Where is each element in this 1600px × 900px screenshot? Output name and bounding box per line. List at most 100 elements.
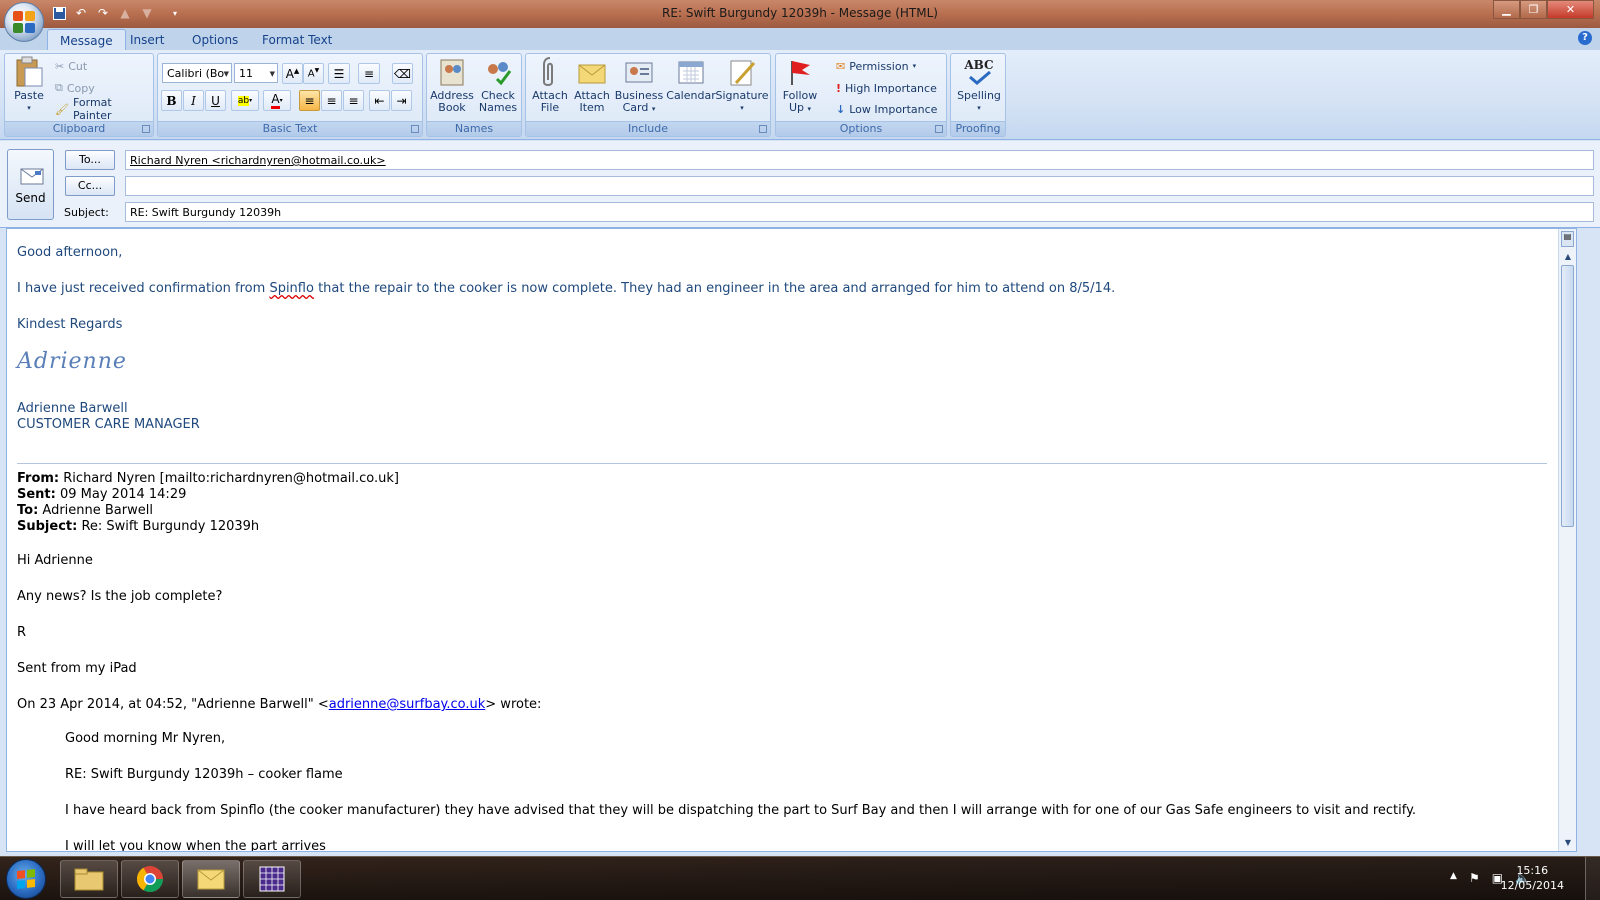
- basic-text-launcher-icon[interactable]: [411, 125, 419, 133]
- ribbon: Paste ▾ ✂ Cut ⧉ Copy 🖌 Format Painter Cl…: [0, 50, 1600, 140]
- cc-field[interactable]: [125, 176, 1594, 196]
- clear-formatting-button[interactable]: ⌫: [392, 63, 413, 84]
- taskbar-app[interactable]: [243, 860, 301, 898]
- tab-message[interactable]: Message: [47, 29, 126, 50]
- to-field[interactable]: Richard Nyren <richardnyren@hotmail.co.u…: [125, 150, 1594, 170]
- font-color-button[interactable]: A ▾: [263, 90, 291, 111]
- start-button[interactable]: [6, 859, 46, 899]
- paste-button[interactable]: Paste ▾: [9, 56, 49, 114]
- taskbar-explorer[interactable]: [60, 860, 118, 898]
- shrink-font-button[interactable]: A▼: [303, 63, 324, 84]
- options-group: Follow Up ▾ ✉ Permission ▾ ! High Import…: [775, 53, 947, 137]
- maximize-button[interactable]: ❐: [1520, 0, 1547, 19]
- spelling-button[interactable]: ABC Spelling ▾: [955, 56, 1003, 114]
- check-names-label-2: Names: [478, 101, 518, 114]
- tab-insert[interactable]: Insert: [118, 29, 176, 50]
- quoted-from: From: Richard Nyren [mailto:richardnyren…: [17, 471, 400, 486]
- cc-button[interactable]: Cc...: [65, 176, 115, 196]
- highlighter-icon: ab: [237, 95, 250, 106]
- clock-time: 15:16: [1516, 864, 1549, 877]
- quoted-question: Any news? Is the job complete?: [17, 589, 223, 604]
- to-recipient[interactable]: Richard Nyren <richardnyren@hotmail.co.u…: [130, 154, 386, 167]
- show-hidden-icons-icon[interactable]: ▲: [1450, 871, 1457, 885]
- send-button[interactable]: Send: [7, 149, 54, 220]
- address-book-label-2: Book: [438, 101, 466, 114]
- scroll-thumb[interactable]: [1561, 265, 1574, 527]
- align-left-button[interactable]: ≡: [299, 90, 320, 111]
- italic-button[interactable]: I: [183, 90, 204, 111]
- message-body[interactable]: Good afternoon, I have just received con…: [6, 228, 1577, 852]
- numbering-button[interactable]: ≡: [358, 63, 380, 84]
- attach-item-button[interactable]: Attach Item: [572, 56, 612, 114]
- to-button[interactable]: To...: [65, 150, 115, 170]
- quoted-sent: Sent: 09 May 2014 14:29: [17, 487, 187, 502]
- follow-up-button[interactable]: Follow Up ▾: [780, 56, 820, 115]
- signature-button[interactable]: Signature ▾: [715, 56, 769, 114]
- scissors-icon: ✂: [55, 59, 65, 73]
- chrome-icon: [136, 866, 164, 893]
- taskbar-chrome[interactable]: [121, 860, 179, 898]
- permission-button[interactable]: ✉ Permission ▾: [836, 57, 916, 75]
- font-name-value: Calibri (Bo: [167, 67, 225, 80]
- shrink-font-icon: A▼: [307, 67, 320, 80]
- window-title: RE: Swift Burgundy 12039h - Message (HTM…: [662, 6, 938, 20]
- high-importance-button[interactable]: ! High Importance: [836, 79, 937, 97]
- decrease-indent-button[interactable]: ⇤: [369, 90, 390, 111]
- body-line: I have just received confirmation from S…: [17, 281, 1116, 296]
- grid-app-icon: [259, 866, 285, 892]
- format-painter-button[interactable]: 🖌 Format Painter: [55, 96, 153, 122]
- ruler-toggle-icon[interactable]: ▤: [1561, 231, 1574, 247]
- check-names-button[interactable]: Check Names: [477, 56, 519, 114]
- send-label: Send: [15, 190, 46, 205]
- subject-field[interactable]: RE: Swift Burgundy 12039h: [125, 202, 1594, 222]
- minimize-button[interactable]: ▁: [1493, 0, 1520, 19]
- action-center-flag-icon[interactable]: ⚑: [1469, 871, 1480, 885]
- font-size-combo[interactable]: 11 ▼: [234, 63, 278, 83]
- scroll-down-icon[interactable]: ▼: [1559, 835, 1576, 851]
- cut-label: Cut: [68, 59, 88, 73]
- misspelled-word[interactable]: Spinflo: [269, 281, 314, 296]
- paste-label: Paste: [14, 89, 44, 102]
- low-importance-button[interactable]: ↓ Low Importance: [836, 100, 937, 118]
- scroll-up-icon[interactable]: ▲: [1559, 249, 1576, 265]
- underline-button[interactable]: U: [205, 90, 226, 111]
- business-card-button[interactable]: Business Card ▾: [614, 56, 664, 115]
- align-center-button[interactable]: ≡: [321, 90, 342, 111]
- taskbar-outlook[interactable]: [182, 860, 240, 898]
- office-button[interactable]: [4, 2, 44, 42]
- font-name-combo[interactable]: Calibri (Bo ▼: [162, 63, 232, 83]
- quoted-subject: Subject: Re: Swift Burgundy 12039h: [17, 519, 260, 534]
- calendar-label: Calendar: [666, 89, 716, 102]
- email-link[interactable]: adrienne@surfbay.co.uk: [329, 697, 486, 712]
- cut-button[interactable]: ✂ Cut: [55, 57, 87, 75]
- tab-options[interactable]: Options: [180, 29, 250, 50]
- calendar-button[interactable]: Calendar: [666, 56, 716, 102]
- highlight-button[interactable]: ab ▾: [231, 90, 259, 111]
- options-launcher-icon[interactable]: [935, 125, 943, 133]
- grow-font-button[interactable]: A▲: [282, 63, 303, 84]
- show-desktop-button[interactable]: [1585, 857, 1600, 900]
- vertical-scrollbar[interactable]: ▤ ▲ ▼: [1558, 229, 1576, 851]
- basic-text-group-label: Basic Text: [158, 121, 422, 136]
- bold-button[interactable]: B: [161, 90, 182, 111]
- copy-button[interactable]: ⧉ Copy: [55, 79, 95, 97]
- help-icon[interactable]: ?: [1578, 31, 1592, 45]
- copy-label: Copy: [66, 81, 95, 95]
- spelling-check-icon: ABC: [963, 56, 995, 88]
- signature-label: Signature: [715, 89, 769, 102]
- address-book-button[interactable]: Address Book: [430, 56, 474, 114]
- bullets-button[interactable]: ☰: [328, 63, 350, 84]
- tab-format-text[interactable]: Format Text: [250, 29, 344, 50]
- align-right-button[interactable]: ≡: [343, 90, 364, 111]
- increase-indent-button[interactable]: ⇥: [391, 90, 412, 111]
- clock[interactable]: 15:16 12/05/2014: [1501, 863, 1564, 893]
- quoted-hi: Hi Adrienne: [17, 553, 93, 568]
- close-button[interactable]: ✕: [1547, 0, 1594, 19]
- include-launcher-icon[interactable]: [759, 125, 767, 133]
- title-bar: ↶ ↷ ▲ ▼ ▾ RE: Swift Burgundy 12039h - Me…: [0, 0, 1600, 28]
- inner-greeting: Good morning Mr Nyren,: [65, 731, 226, 746]
- size-dropdown-icon: ▼: [269, 70, 275, 78]
- clipboard-launcher-icon[interactable]: [142, 125, 150, 133]
- basic-text-group: Calibri (Bo ▼ 11 ▼ A▲ A▼ ☰ ≡ ⌫ B I U ab ▾…: [157, 53, 423, 137]
- attach-file-button[interactable]: Attach File: [530, 56, 570, 114]
